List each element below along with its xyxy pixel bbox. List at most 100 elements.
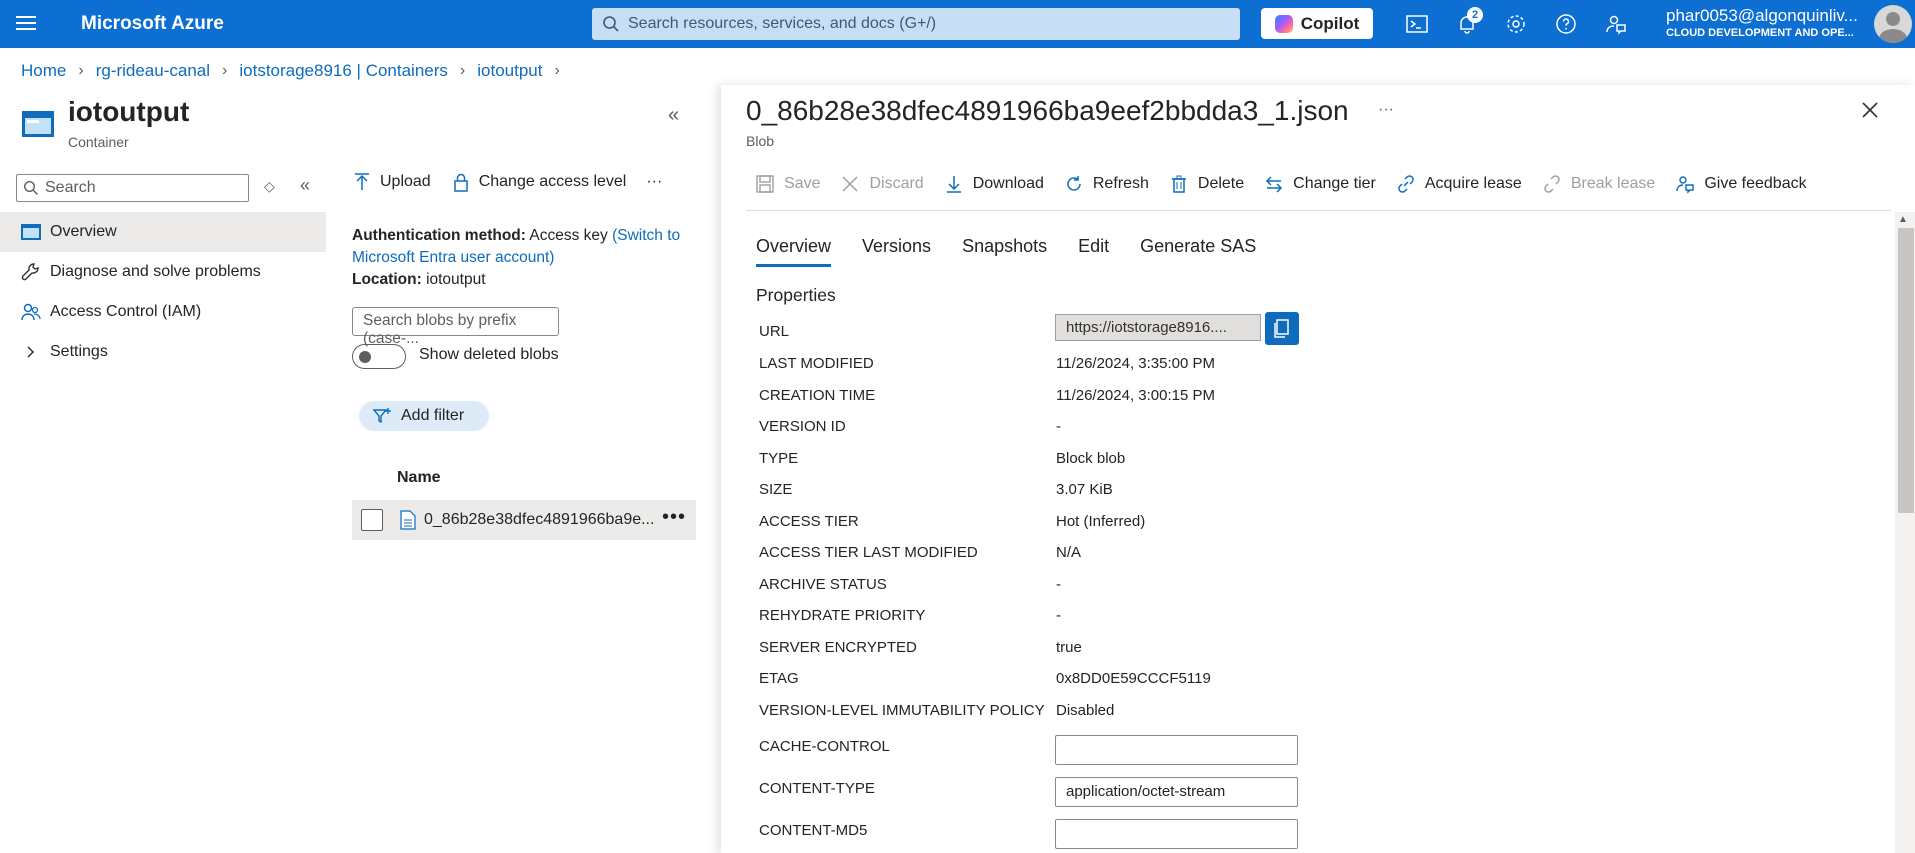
cache-control-input[interactable]	[1055, 735, 1298, 765]
blob-more-button[interactable]: ···	[1378, 101, 1394, 119]
upload-button[interactable]: Upload	[352, 172, 431, 192]
refresh-icon	[1067, 176, 1081, 191]
save-button[interactable]: Save	[755, 174, 820, 194]
show-deleted-toggle[interactable]	[352, 344, 406, 369]
nav-item-label: Overview	[50, 223, 117, 240]
add-filter-label: Add filter	[401, 407, 465, 424]
feedback-icon[interactable]	[1604, 12, 1628, 36]
nav-item-overview[interactable]: Overview	[0, 212, 326, 252]
property-key: REHYDRATE PRIORITY	[759, 607, 926, 624]
discard-button[interactable]: Discard	[840, 174, 924, 194]
help-icon[interactable]	[1554, 12, 1578, 36]
content-md5-input[interactable]	[1055, 819, 1298, 849]
location-label: Location:	[352, 271, 422, 288]
property-value: -	[1056, 576, 1061, 593]
content-type-input[interactable]: application/octet-stream	[1055, 777, 1298, 807]
download-label: Download	[972, 175, 1044, 192]
gear-icon[interactable]	[1504, 12, 1528, 36]
nav-item-access-control[interactable]: Access Control (IAM)	[0, 292, 326, 332]
search-icon	[23, 180, 38, 195]
url-field[interactable]: https://iotstorage8916....	[1055, 314, 1261, 341]
give-feedback-label: Give feedback	[1704, 175, 1807, 192]
scroll-up-icon[interactable]: ▲	[1898, 214, 1908, 225]
property-key: ACCESS TIER	[759, 513, 859, 530]
container-icon	[21, 224, 41, 240]
property-key: LAST MODIFIED	[759, 355, 874, 372]
copilot-label: Copilot	[1300, 13, 1360, 33]
property-key: VERSION ID	[759, 418, 846, 435]
copilot-icon	[1274, 14, 1293, 33]
blob-name[interactable]: 0_86b28e38dfec4891966ba9e...	[424, 511, 654, 529]
download-icon	[946, 176, 961, 193]
breadcrumb-home[interactable]: Home	[21, 61, 66, 81]
nav-item-label: Diagnose and solve problems	[50, 263, 261, 280]
chevron-right-icon: ›	[222, 62, 228, 79]
property-value: 11/26/2024, 3:00:15 PM	[1056, 387, 1216, 404]
breadcrumb-storage-containers[interactable]: iotstorage8916 | Containers	[239, 61, 448, 81]
breadcrumb-container[interactable]: iotoutput	[477, 61, 542, 81]
property-key: SERVER ENCRYPTED	[759, 639, 917, 656]
add-filter-button[interactable]: Add filter	[359, 401, 489, 431]
sort-icon[interactable]: ◇	[264, 178, 275, 195]
wrench-icon	[21, 263, 39, 281]
more-actions-button[interactable]: ···	[646, 173, 662, 191]
nav-item-settings[interactable]: Settings	[0, 332, 326, 372]
blob-search-input[interactable]: Search blobs by prefix (case-...	[352, 307, 559, 347]
page-subtitle: Container	[68, 134, 129, 150]
property-value: Disabled	[1056, 702, 1115, 719]
tab-generate-sas[interactable]: Generate SAS	[1140, 236, 1256, 267]
copy-url-button[interactable]	[1265, 312, 1299, 345]
search-icon	[603, 16, 619, 32]
property-value: -	[1056, 418, 1061, 435]
break-lease-button[interactable]: Break lease	[1542, 174, 1655, 194]
search-placeholder: Search resources, services, and docs (G+…	[628, 15, 937, 32]
change-tier-button[interactable]: Change tier	[1264, 174, 1376, 194]
page-title: iotoutput	[68, 96, 190, 127]
refresh-button[interactable]: Refresh	[1064, 174, 1149, 194]
acquire-lease-label: Acquire lease	[1424, 175, 1522, 192]
global-search-input[interactable]: Search resources, services, and docs (G+…	[592, 8, 1240, 40]
account-info[interactable]: phar0053@algonquinliv... CLOUD DEVELOPME…	[1666, 6, 1858, 39]
close-icon	[842, 176, 858, 192]
scrollbar-thumb[interactable]	[1898, 228, 1914, 513]
tab-overview[interactable]: Overview	[756, 236, 832, 267]
menu-icon[interactable]	[14, 12, 38, 36]
tab-snapshots[interactable]: Snapshots	[962, 236, 1047, 267]
portal-brand[interactable]: Microsoft Azure	[81, 13, 224, 35]
property-key: SIZE	[759, 481, 793, 498]
column-header-name[interactable]: Name	[397, 469, 441, 487]
nav-search-input[interactable]: Search	[16, 174, 249, 202]
row-more-button[interactable]: •••	[662, 506, 686, 529]
auth-method-value: Access key	[529, 227, 608, 244]
copilot-button[interactable]: Copilot	[1261, 8, 1373, 39]
file-icon	[400, 510, 416, 530]
notification-badge: 2	[1467, 7, 1483, 23]
chevron-right-icon: ›	[554, 62, 560, 79]
tab-versions[interactable]: Versions	[862, 236, 931, 267]
row-checkbox[interactable]	[361, 509, 383, 531]
nav-item-diagnose[interactable]: Diagnose and solve problems	[0, 252, 326, 292]
acquire-lease-button[interactable]: Acquire lease	[1396, 174, 1522, 194]
cloud-shell-icon[interactable]	[1405, 12, 1429, 36]
close-icon[interactable]	[1861, 101, 1879, 119]
nav-item-label: Access Control (IAM)	[50, 303, 202, 320]
breadcrumb-resource-group[interactable]: rg-rideau-canal	[96, 61, 210, 81]
property-key: ETAG	[759, 670, 799, 687]
change-access-level-button[interactable]: Change access level	[451, 172, 627, 192]
toolbar-divider	[746, 210, 1891, 211]
delete-button[interactable]: Delete	[1169, 174, 1244, 194]
download-button[interactable]: Download	[944, 174, 1044, 194]
change-access-label: Change access level	[478, 173, 627, 190]
collapse-panel-icon[interactable]: «	[668, 104, 679, 127]
avatar[interactable]	[1874, 5, 1912, 43]
swap-icon	[1266, 176, 1283, 193]
collapse-nav-icon[interactable]: «	[300, 175, 310, 196]
table-row[interactable]: 0_86b28e38dfec4891966ba9e... •••	[352, 500, 696, 540]
nav-item-label: Settings	[50, 343, 108, 360]
tab-edit[interactable]: Edit	[1078, 236, 1109, 267]
property-key: TYPE	[759, 450, 799, 467]
blob-toolbar: Save Discard Download Refresh Delete Cha…	[755, 174, 1827, 194]
properties-heading: Properties	[756, 285, 836, 305]
give-feedback-button[interactable]: Give feedback	[1675, 174, 1807, 194]
user-org: CLOUD DEVELOPMENT AND OPE...	[1666, 27, 1854, 39]
